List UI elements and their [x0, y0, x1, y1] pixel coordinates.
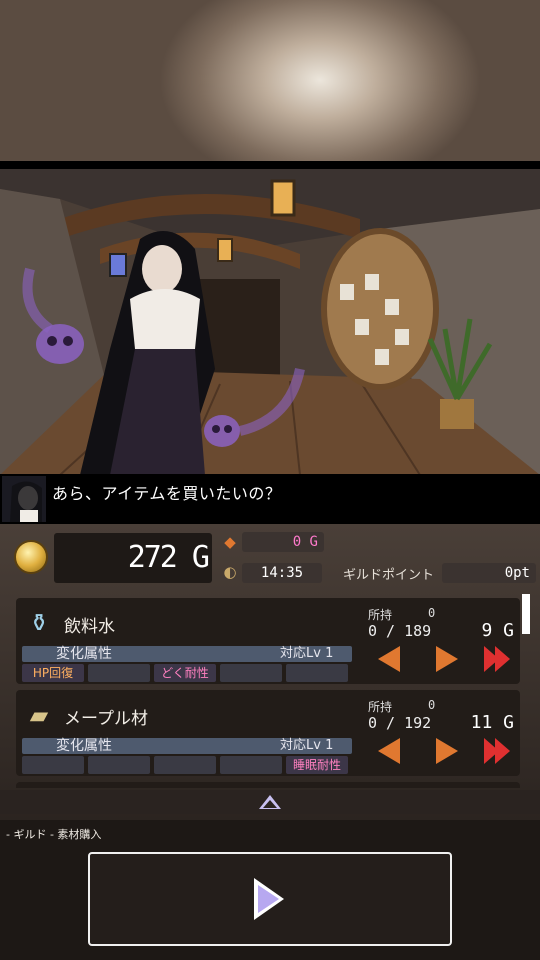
breadcrumb: - ギルド - 素材購入 [6, 828, 102, 841]
attribute-label: 変化属性 [56, 738, 112, 754]
list-item[interactable]: ⚱ 飲料水 所持 0 0 / 189 9 G 変化属性 対応Lv 1 HP回復 … [16, 598, 520, 684]
attribute-slot [22, 756, 84, 774]
dialogue-text: あら、アイテムを買いたいの？ [52, 484, 282, 503]
level-label: 対応Lv 1 [280, 738, 334, 753]
increase-arrow-icon[interactable] [432, 644, 462, 674]
attribute-slot [220, 756, 282, 774]
item-name: メープル材 [64, 709, 148, 729]
owned-label: 所持 [368, 700, 393, 714]
blurred-background [0, 0, 540, 163]
scroll-up-icon-inner [263, 800, 277, 808]
gold-value: 272 G [127, 540, 210, 575]
attribute-slot [154, 756, 216, 774]
play-icon-inner [258, 885, 279, 913]
owned-value: 0 [428, 606, 436, 620]
owned-value: 0 [428, 698, 436, 712]
quantity-count: 0 / 192 [368, 714, 432, 732]
list-item[interactable]: ▰ メープル材 所持 0 0 / 192 11 G 変化属性 対応Lv 1 睡眠… [16, 690, 520, 776]
item-price: 11 G [470, 712, 514, 733]
clock-icon: ◐ [223, 563, 237, 581]
item-price: 9 G [481, 620, 514, 641]
cost-display: 0 G [242, 532, 324, 552]
decrease-arrow-icon[interactable] [374, 644, 404, 674]
attribute-slot [286, 664, 348, 682]
attribute-label: 変化属性 [56, 646, 112, 662]
gold-coin-icon [14, 540, 48, 574]
dialogue-box[interactable]: あら、アイテムを買いたいの？ [0, 474, 540, 524]
shop-scene [0, 169, 540, 475]
item-list[interactable]: ⚱ 飲料水 所持 0 0 / 189 9 G 変化属性 対応Lv 1 HP回復 … [16, 592, 520, 788]
decrease-arrow-icon[interactable] [374, 736, 404, 766]
scrollbar-thumb[interactable] [522, 594, 530, 634]
owned-label: 所持 [368, 608, 393, 622]
guild-points-value: 0pt [442, 563, 536, 583]
max-arrow-icon[interactable] [482, 736, 512, 766]
divider [0, 161, 540, 169]
wood-icon: ▰ [29, 701, 49, 729]
water-bottle-icon: ⚱ [28, 609, 50, 637]
speaker-portrait [2, 476, 46, 522]
max-arrow-icon[interactable] [482, 644, 512, 674]
purchase-bag-icon: ◆ [224, 533, 236, 551]
guild-points-label: ギルドポイント [343, 568, 435, 583]
time-display: 14:35 [242, 563, 322, 583]
item-name: 飲料水 [64, 617, 115, 637]
attribute-slot [88, 664, 150, 682]
attribute-slot: HP回復 [22, 664, 84, 682]
quantity-count: 0 / 189 [368, 622, 432, 640]
list-item[interactable] [16, 782, 520, 788]
attribute-slot: 睡眠耐性 [286, 756, 348, 774]
attribute-slot [220, 664, 282, 682]
increase-arrow-icon[interactable] [432, 736, 462, 766]
attribute-slot [88, 756, 150, 774]
attribute-slot: どく耐性 [154, 664, 216, 682]
level-label: 対応Lv 1 [280, 646, 334, 661]
